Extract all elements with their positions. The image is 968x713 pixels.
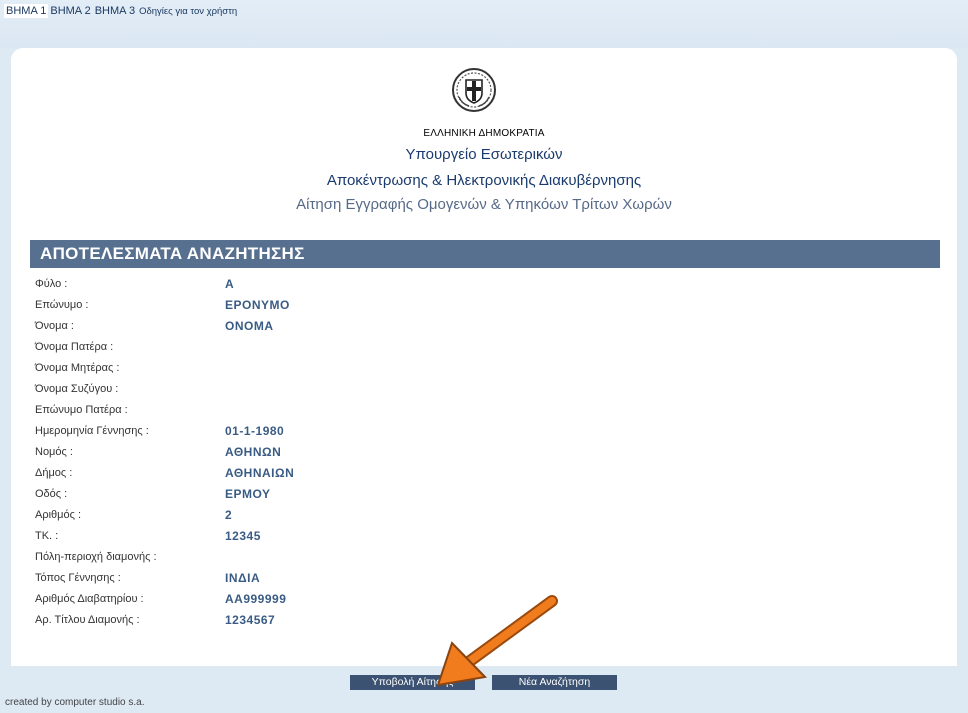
field-row-street-number: Αριθμός : 2 [35,506,635,527]
field-row-postal-code: ΤΚ. : 12345 [35,527,635,548]
field-value: Α [225,277,235,291]
tab-step-2[interactable]: ΒΗΜΑ 2 [48,4,92,18]
field-row-municipality: Δήμος : ΑΘΗΝΑΙΩΝ [35,464,635,485]
header-ministry: Υπουργείο Εσωτερικών [405,146,563,163]
field-label: Επώνυμο Πατέρα : [35,404,128,416]
field-row-surname: Επώνυμο : ΕΡΟΝΥΜΟ [35,296,635,317]
results-field-list: Φύλο : Α Επώνυμο : ΕΡΟΝΥΜΟ Όνομα : ΟΝΟΜΑ Όν… [35,275,635,632]
field-row-passport-number: Αριθμός Διαβατηρίου : ΑΑ999999 [35,590,635,611]
field-label: Αρ. Τίτλου Διαμονής : [35,614,140,626]
field-label: Όνομα Μητέρας : [35,362,120,374]
tab-step-1[interactable]: ΒΗΜΑ 1 [4,4,49,18]
field-label: Φύλο : [35,278,68,290]
field-row-birth-date: Ημερομηνία Γέννησης : 01-1-1980 [35,422,635,443]
field-label: Οδός : [35,488,68,500]
field-row-prefecture: Νομός : ΑΘΗΝΩΝ [35,443,635,464]
field-row-father-name: Όνομα Πατέρα : [35,338,635,359]
field-label: Όνομα : [35,320,74,332]
field-row-birth-place: Τόπος Γέννησης : ΙΝΔΙΑ [35,569,635,590]
top-navigation: ΒΗΜΑ 1 ΒΗΜΑ 2 ΒΗΜΑ 3 Οδηγίες για τον χρή… [0,0,968,48]
field-label: Όνομα Συζύγου : [35,383,119,395]
field-label: Αριθμός : [35,509,82,521]
field-label: ΤΚ. : [35,530,59,542]
field-row-spouse-name: Όνομα Συζύγου : [35,380,635,401]
footer-credit: created by computer studio s.a. [5,697,145,708]
new-search-button[interactable]: Νέα Αναζήτηση [492,675,617,690]
field-value: ΕΡΜΟΥ [225,487,271,501]
field-value: ΑΘΗΝΑΙΩΝ [225,466,295,480]
field-value: 12345 [225,529,261,543]
results-title: ΑΠΟΤΕΛΕΣΜΑΤΑ ΑΝΑΖΗΤΗΣΗΣ [40,244,305,263]
field-label: Επώνυμο : [35,299,89,311]
field-row-gender: Φύλο : Α [35,275,635,296]
field-label: Ημερομηνία Γέννησης : [35,425,149,437]
field-row-residence-city: Πόλη-περιοχή διαμονής : [35,548,635,569]
field-value: ΙΝΔΙΑ [225,571,261,585]
main-panel: ΕΛΛΗΝΙΚΗ ΔΗΜΟΚΡΑΤΙΑ Υπουργείο Εσωτερικών… [11,48,957,666]
help-link[interactable]: Οδηγίες για τον χρήστη [137,5,239,18]
field-value: ΑΑ999999 [225,592,287,606]
field-label: Αριθμός Διαβατηρίου : [35,593,144,605]
field-label: Δήμος : [35,467,73,479]
field-row-father-surname: Επώνυμο Πατέρα : [35,401,635,422]
field-label: Τόπος Γέννησης : [35,572,121,584]
field-value: 01-1-1980 [225,424,285,438]
header-application-title: Αίτηση Εγγραφής Ομογενών & Υπηκόων Τρίτω… [296,196,672,213]
greek-coat-of-arms-icon [452,68,496,112]
field-row-name: Όνομα : ΟΝΟΜΑ [35,317,635,338]
results-title-bar: ΑΠΟΤΕΛΕΣΜΑΤΑ ΑΝΑΖΗΤΗΣΗΣ [30,240,940,268]
submit-application-button[interactable]: Υποβολή Αίτησης [350,675,475,690]
field-value: ΕΡΟΝΥΜΟ [225,298,290,312]
field-value: 1234567 [225,613,276,627]
field-label: Νομός : [35,446,73,458]
header-country: ΕΛΛΗΝΙΚΗ ΔΗΜΟΚΡΑΤΙΑ [423,128,545,139]
field-value: ΟΝΟΜΑ [225,319,274,333]
field-row-residence-permit: Αρ. Τίτλου Διαμονής : 1234567 [35,611,635,632]
step-tabs: ΒΗΜΑ 1 ΒΗΜΑ 2 ΒΗΜΑ 3 Οδηγίες για τον χρή… [4,3,239,19]
field-value: ΑΘΗΝΩΝ [225,445,282,459]
header-department: Αποκέντρωσης & Ηλεκτρονικής Διακυβέρνηση… [326,172,642,189]
field-label: Όνομα Πατέρα : [35,341,114,353]
field-row-mother-name: Όνομα Μητέρας : [35,359,635,380]
field-value: 2 [225,508,233,522]
field-label: Πόλη-περιοχή διαμονής : [35,551,157,563]
field-row-street: Οδός : ΕΡΜΟΥ [35,485,635,506]
tab-step-3[interactable]: ΒΗΜΑ 3 [93,4,137,18]
